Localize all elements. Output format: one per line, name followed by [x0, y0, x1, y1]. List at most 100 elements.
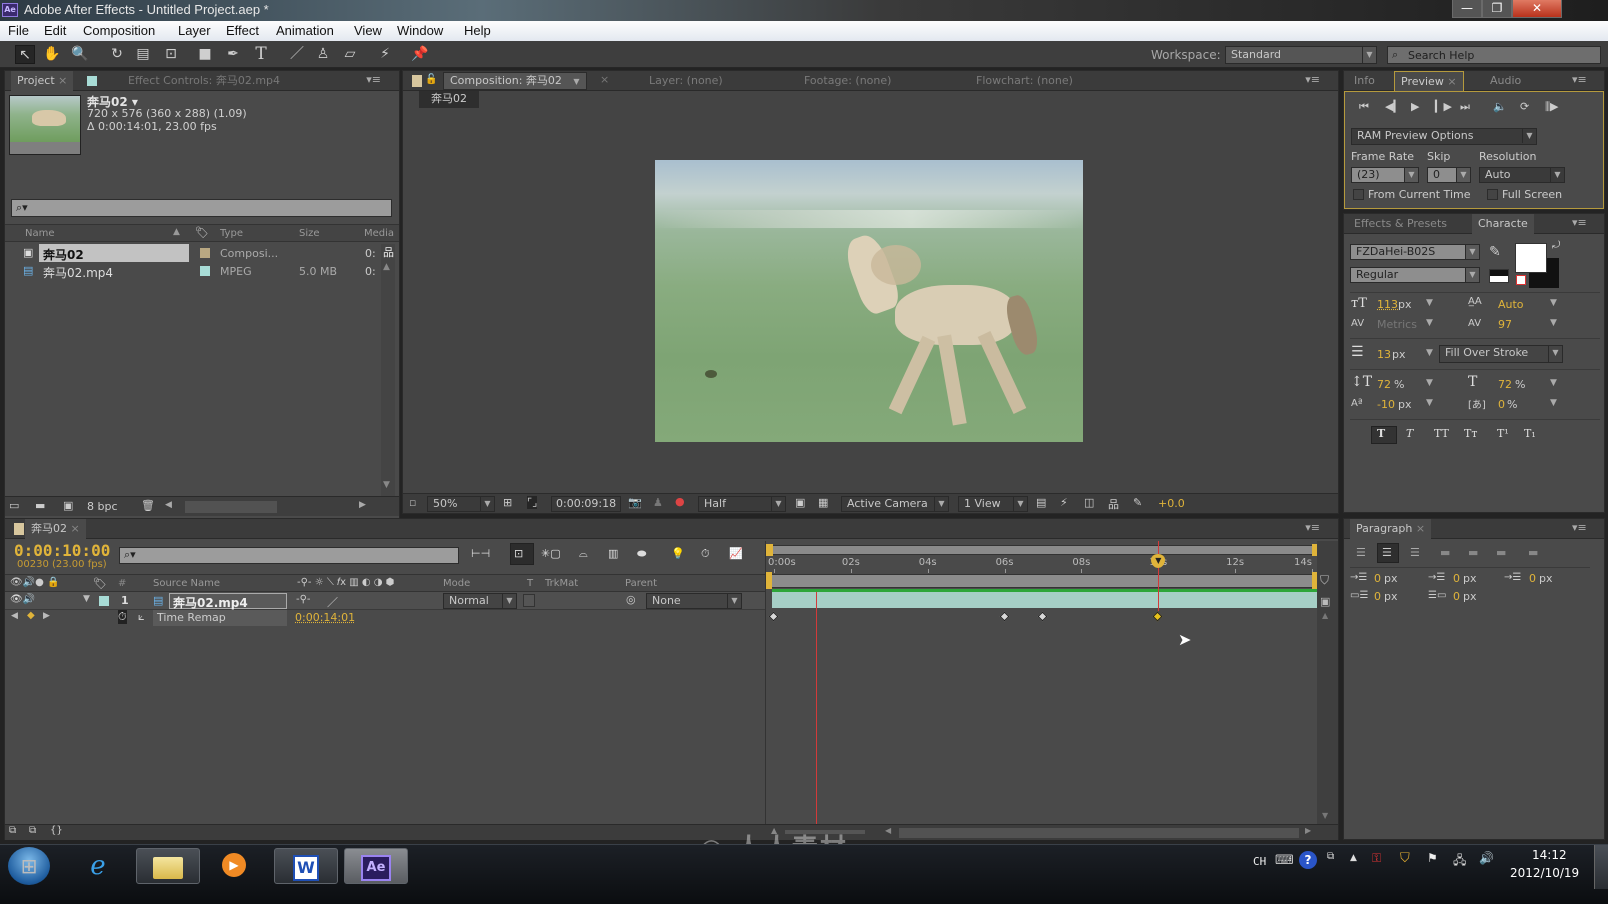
selection-tool-icon[interactable]: ↖ — [15, 45, 35, 64]
full-screen-checkbox[interactable] — [1487, 189, 1498, 200]
scroll-down-icon[interactable]: ▼ — [1322, 811, 1328, 820]
faux-italic-button[interactable]: T — [1406, 427, 1413, 440]
menu-animation[interactable]: Animation — [276, 23, 334, 38]
scroll-up-icon[interactable]: ▲ — [1322, 611, 1328, 620]
label-tag-icon[interactable]: 🏷 — [195, 226, 209, 239]
blend-mode-dropdown[interactable]: Normal ▼ — [443, 593, 517, 609]
timeline-vertical-scrollbar[interactable]: ⛉ ▣ ▲ ▼ — [1317, 541, 1338, 831]
taskbar-after-effects[interactable]: Ae — [344, 848, 408, 884]
tab-preview[interactable]: Preview × — [1394, 71, 1464, 91]
project-scrollbar[interactable]: 品 ▲ ▼ — [381, 244, 395, 496]
small-caps-button[interactable]: Tт — [1464, 427, 1477, 440]
leading-value[interactable]: Auto — [1498, 298, 1524, 311]
start-button[interactable]: ⊞ — [8, 847, 50, 885]
preserve-transparency-checkbox[interactable] — [523, 594, 535, 607]
indent-right-value[interactable]: 0 — [1529, 572, 1536, 585]
eyedropper-icon[interactable]: ✎ — [1489, 244, 1501, 260]
language-bar-icon[interactable]: ⧉ — [1327, 851, 1334, 862]
all-caps-button[interactable]: TT — [1434, 427, 1449, 440]
scroll-left-icon[interactable]: ◀ — [165, 500, 172, 510]
subscript-button[interactable]: T₁ — [1524, 427, 1536, 440]
justify-left-icon[interactable]: ▬ — [1440, 546, 1450, 559]
layer-row[interactable]: 👁🔊 ▼ 1 ▤ 奔马02.mp4 ‑⚲‑ ／ Normal ▼ ◎ None ▼ — [5, 592, 765, 610]
work-area-bar[interactable] — [766, 574, 1318, 588]
keyframe[interactable] — [999, 611, 1010, 622]
composition-viewer[interactable] — [655, 160, 1083, 442]
mask-visibility-icon[interactable]: ⌜⌟ — [527, 496, 538, 509]
tab-audio[interactable]: Audio — [1484, 71, 1527, 91]
stroke-width-value[interactable]: 13 — [1377, 348, 1391, 361]
add-keyframe-icon[interactable]: ◆ — [27, 610, 35, 621]
next-frame-icon[interactable]: ▎▶ — [1435, 100, 1452, 113]
project-row[interactable]: ▤ 奔马02.mp4 MPEG 5.0 MB 0: — [5, 262, 383, 280]
help-icon[interactable]: ? — [1299, 851, 1317, 869]
resolution-dropdown[interactable]: Auto ▼ — [1479, 167, 1565, 183]
timeline-search-input[interactable]: ⌕▾ — [119, 547, 459, 564]
align-right-icon[interactable]: ☰ — [1410, 546, 1420, 559]
snapshot-icon[interactable]: 📷 — [628, 496, 642, 509]
default-colors-icon[interactable] — [1489, 269, 1509, 283]
quality-switch-icon[interactable]: ／ — [327, 594, 338, 610]
lock-icon[interactable]: 🔓 — [425, 74, 437, 85]
justify-center-icon[interactable]: ▬ — [1468, 546, 1478, 559]
pan-behind-tool-icon[interactable]: ⊡ — [161, 45, 181, 64]
always-preview-icon[interactable]: ▫ — [409, 496, 416, 509]
horizontal-scale-value[interactable]: 72 — [1498, 378, 1512, 391]
show-hidden-icons[interactable]: ▲ — [1350, 853, 1357, 863]
type-tool-icon[interactable]: T — [251, 45, 271, 64]
audio-icon[interactable]: 🔈 — [1493, 100, 1507, 113]
chevron-down-icon[interactable]: ▼ — [1426, 398, 1433, 408]
current-time-display[interactable]: 0:00:09:18 — [551, 496, 621, 512]
tab-composition[interactable]: Composition: 奔马02 ▼ — [443, 72, 587, 90]
menu-file[interactable]: File — [8, 23, 29, 38]
taskbar-media-player[interactable]: ▶ — [202, 848, 266, 884]
superscript-button[interactable]: T¹ — [1497, 427, 1509, 440]
baseline-shift-value[interactable]: -10 — [1377, 398, 1395, 411]
column-t[interactable]: T — [527, 578, 533, 589]
shield-icon[interactable]: ⛉ — [1400, 851, 1410, 866]
toggle-pixel-aspect-icon[interactable]: ▤ — [1036, 496, 1046, 509]
project-search-input[interactable]: ⌕▾ — [11, 199, 392, 217]
scroll-right-icon[interactable]: ▶ — [359, 500, 366, 510]
tab-footage[interactable]: Footage: (none) — [798, 71, 897, 91]
roto-brush-tool-icon[interactable]: ⚡ — [375, 45, 395, 64]
composition-breadcrumb[interactable]: 奔马02 — [419, 91, 479, 108]
security-key-icon[interactable]: ⚿ — [1372, 851, 1381, 866]
zoom-tool-icon[interactable]: 🔍 — [70, 45, 90, 64]
keyboard-icon[interactable]: ⌨ — [1275, 853, 1294, 868]
brush-tool-icon[interactable]: ／ — [287, 45, 307, 64]
taskbar-word[interactable]: W — [274, 848, 338, 884]
transparency-grid-icon[interactable]: ▦ — [818, 496, 828, 509]
toggle-switches-icon[interactable]: ⧉ — [9, 825, 16, 836]
timeline-graph[interactable]: 0:00s02s04s06s08s10s12s14s ▼ ➤ — [765, 541, 1319, 831]
tab-info[interactable]: Info — [1348, 71, 1381, 91]
scroll-left-icon[interactable]: ◀ — [885, 826, 891, 835]
interpret-footage-icon[interactable]: ▭ — [9, 499, 19, 512]
menu-edit[interactable]: Edit — [44, 23, 66, 38]
ram-preview-icon[interactable]: ⫼▶ — [1545, 100, 1559, 114]
panel-menu-icon[interactable]: ▾≡ — [1305, 73, 1320, 86]
column-size[interactable]: Size — [299, 228, 320, 239]
comp-button-icon[interactable]: ▣ — [1320, 595, 1330, 608]
action-center-flag-icon[interactable]: ⚑ — [1427, 851, 1438, 865]
time-ruler[interactable]: 0:00s02s04s06s08s10s12s14s — [766, 556, 1318, 574]
menu-help[interactable]: Help — [464, 23, 491, 38]
tab-flowchart[interactable]: Flowchart: (none) — [970, 71, 1079, 91]
draft-3d-icon[interactable]: ✳▢ — [541, 547, 561, 560]
column-name[interactable]: Name — [25, 228, 55, 239]
chevron-down-icon[interactable]: ▼ — [1550, 378, 1557, 388]
region-of-interest-icon[interactable]: ▣ — [795, 496, 805, 509]
scroll-thumb[interactable] — [185, 501, 277, 513]
horizontal-scroll-thumb[interactable] — [899, 828, 1299, 838]
menu-layer[interactable]: Layer — [178, 23, 211, 38]
composition-mini-flowchart-icon[interactable]: ⊢⊣ — [471, 547, 490, 560]
close-icon[interactable]: × — [1447, 75, 1456, 88]
internet-explorer-icon[interactable]: e — [66, 848, 130, 884]
close-icon[interactable]: × — [1416, 522, 1425, 535]
flowchart-icon[interactable]: 品 — [1108, 496, 1119, 512]
tsume-value[interactable]: 0 — [1498, 398, 1505, 411]
column-mode[interactable]: Mode — [443, 578, 470, 589]
parent-dropdown[interactable]: None ▼ — [646, 593, 742, 609]
last-frame-icon[interactable]: ⏭ — [1460, 100, 1470, 114]
justify-all-icon[interactable]: ▬ — [1528, 546, 1538, 559]
